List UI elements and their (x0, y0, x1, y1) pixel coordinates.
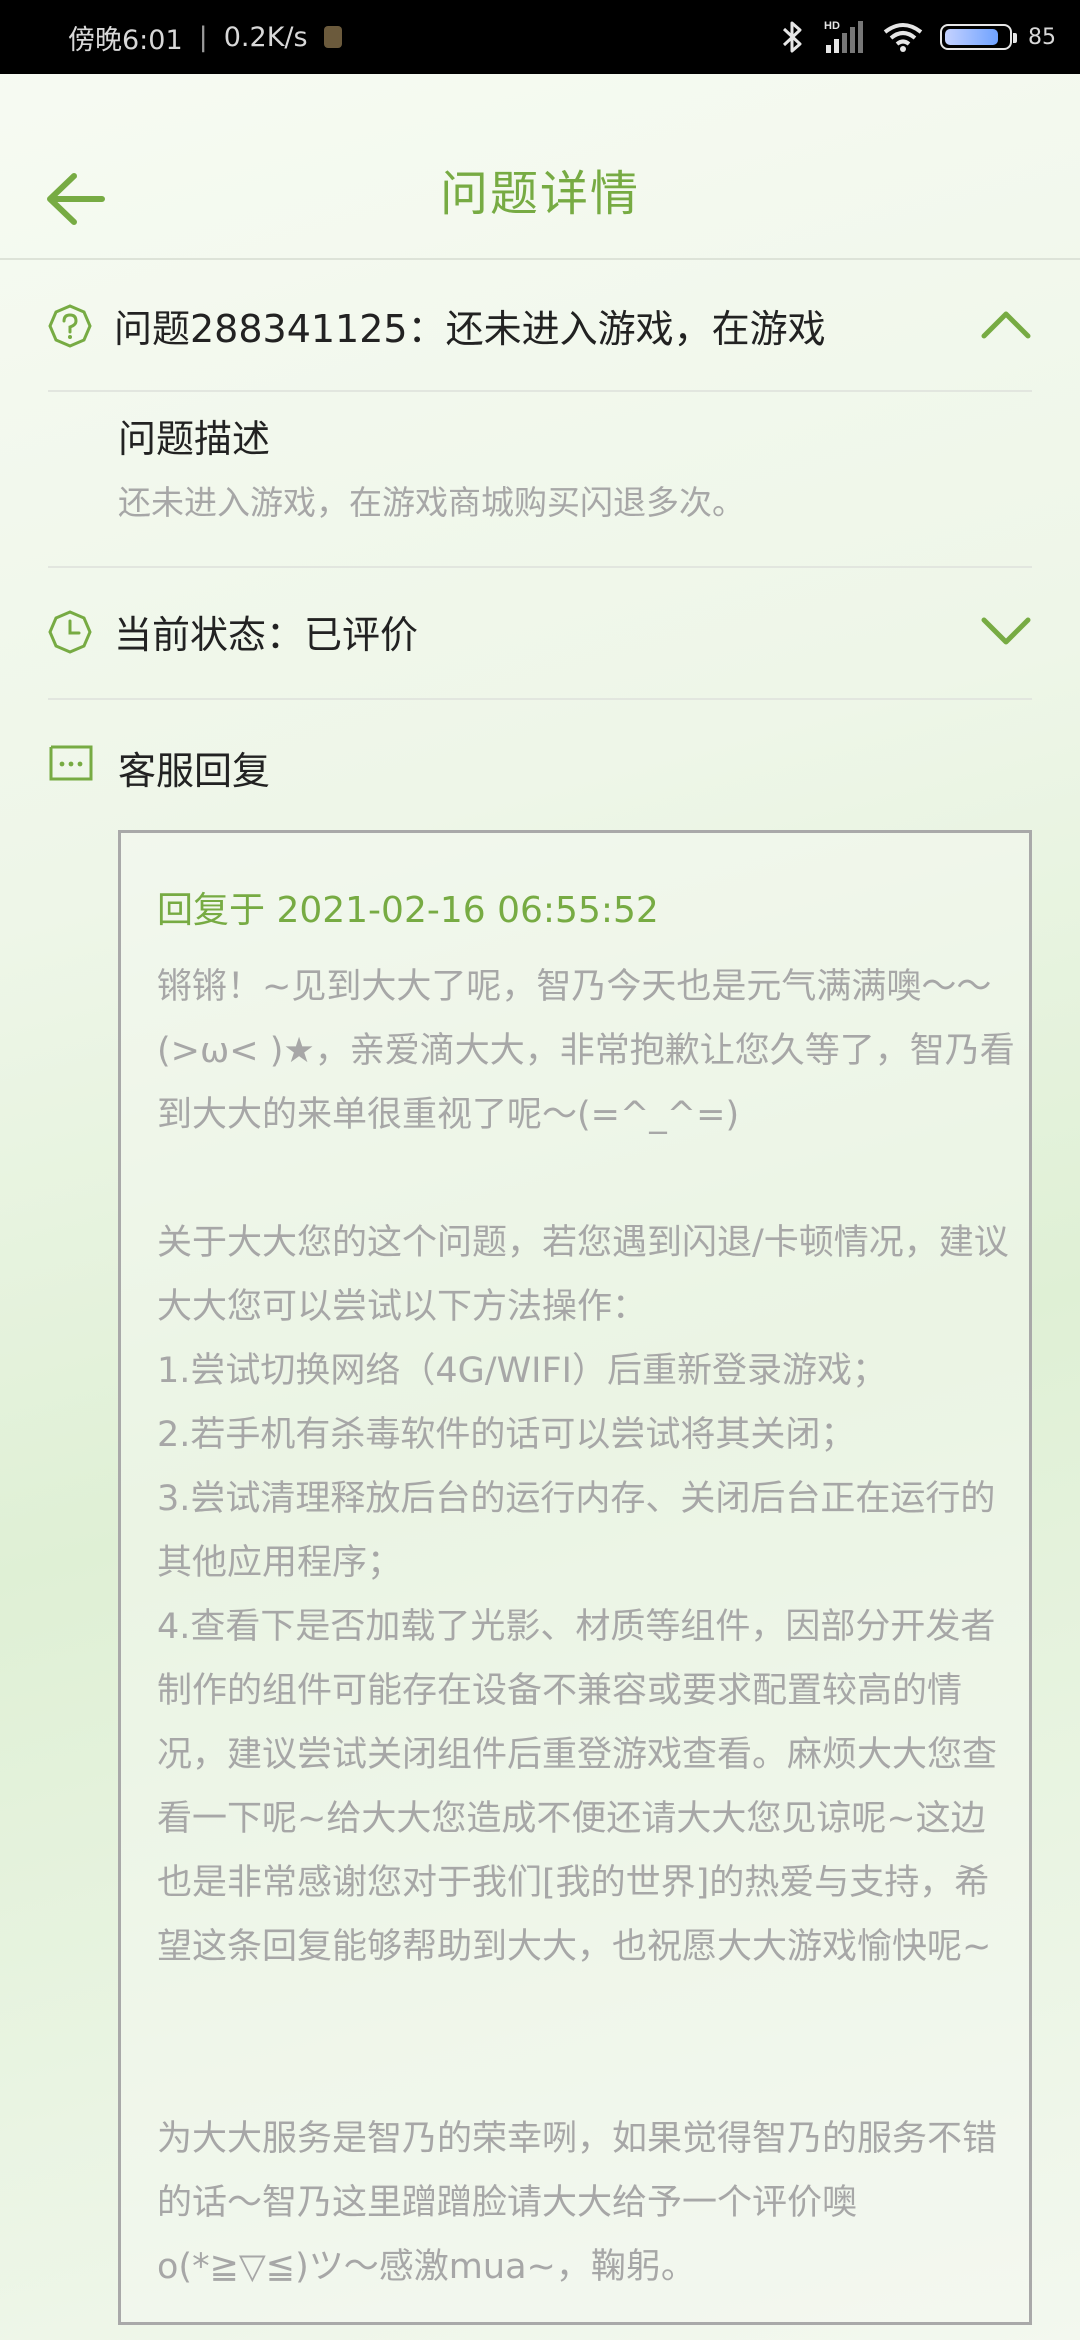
reply-paragraph: 4.查看下是否加载了光影、材质等组件，因部分开发者制作的组件可能存在设备不兼容或… (157, 1607, 998, 1967)
chevron-down-icon[interactable] (980, 614, 1032, 648)
header: 问题详情 (0, 74, 1080, 260)
reply-box: 回复于 2021-02-16 06:55:52 锵锵！~见到大大了呢，智乃今天也… (118, 830, 1032, 2325)
reply-paragraph: 关于大大您的这个问题，若您遇到闪退/卡顿情况，建议大大您可以尝试以下方法操作： (157, 1223, 1009, 1327)
message-icon (49, 745, 93, 781)
reply-paragraph: 3.尝试清理释放后台的运行内存、关闭后台正在运行的其他应用程序； (157, 1479, 996, 1583)
network-speed: 0.2K/s (223, 21, 308, 53)
reply-paragraph: 2.若手机有杀毒软件的话可以尝试将其关闭； (157, 1415, 856, 1455)
bluetooth-icon (782, 21, 802, 53)
reply-paragraph: 1.尝试切换网络（4G/WIFI）后重新登录游戏； (157, 1351, 887, 1391)
signal-icon: HD (824, 20, 863, 53)
question-circle-icon (48, 304, 92, 348)
reply-paragraph: 为大大服务是智乃的荣幸咧，如果觉得智乃的服务不错的话～智乃这里蹭蹭脸请大大给予一… (157, 2119, 998, 2287)
status-label: 当前状态：已评价 (114, 613, 419, 657)
description-label: 问题描述 (118, 417, 271, 461)
status-bar-left: 傍晚6:01 | 0.2K/s (68, 0, 342, 74)
battery-icon (940, 24, 1017, 50)
reply-time: 回复于 2021-02-16 06:55:52 (157, 890, 659, 931)
battery-percent: 85 (1028, 24, 1056, 50)
status-time: 傍晚6:01 (68, 24, 183, 56)
status-bar: 傍晚6:01 | 0.2K/s HD 85 (0, 0, 1080, 74)
chevron-up-icon[interactable] (980, 308, 1032, 342)
divider (48, 390, 1032, 392)
clock-icon (48, 610, 92, 654)
reply-section-label: 客服回复 (118, 749, 271, 793)
reply-paragraph: 锵锵！~见到大大了呢，智乃今天也是元气满满噢～～(>ω< )★，亲爱滴大大，非常… (157, 967, 1015, 1135)
status-bar-right: HD 85 (778, 0, 1056, 74)
battery-cap (1013, 33, 1017, 43)
question-title: 问题288341125：还未进入游戏，在游戏 (114, 307, 826, 351)
notification-icon (323, 26, 342, 48)
divider (48, 698, 1032, 700)
battery-fill (945, 29, 998, 45)
status-separator: | (198, 21, 208, 53)
divider (48, 566, 1032, 568)
wifi-icon (883, 23, 923, 52)
description-text: 还未进入游戏，在游戏商城购买闪退多次。 (118, 483, 745, 522)
svg-text:HD: HD (824, 20, 840, 32)
page-title: 问题详情 (439, 166, 640, 222)
